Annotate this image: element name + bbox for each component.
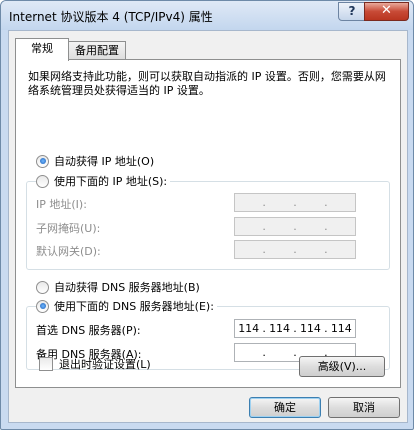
tab-alternate-config[interactable]: 备用配置 [68,41,126,60]
close-button[interactable]: ✕ [364,2,409,21]
validate-on-exit-label: 退出时验证设置(L) [59,358,151,371]
tcpip-properties-dialog: Internet 协议版本 4 (TCP/IPv4) 属性 ? ✕ 常规 备用配… [0,0,414,430]
subnet-mask-label: 子网掩码(U): [36,222,101,235]
advanced-button[interactable]: 高级(V)... [299,356,385,377]
radio-manual-dns-label: 使用下面的 DNS 服务器地址(E): [54,300,214,313]
radio-auto-dns-indicator[interactable] [36,280,49,294]
title-bar[interactable]: Internet 协议版本 4 (TCP/IPv4) 属性 ? ✕ [1,1,413,30]
radio-manual-ip-label: 使用下面的 IP 地址(S): [54,175,168,188]
validate-on-exit-box[interactable] [39,357,53,371]
radio-manual-dns-indicator[interactable] [36,299,49,313]
tab-general[interactable]: 常规 [15,38,69,61]
default-gateway-label: 默认网关(D): [36,245,101,258]
radio-manual-ip[interactable]: 使用下面的 IP 地址(S): [36,173,171,189]
ok-button[interactable]: 确定 [249,397,321,418]
help-button[interactable]: ? [338,2,366,21]
ip-address-input[interactable]: ... [234,193,356,212]
radio-manual-ip-indicator[interactable] [36,174,49,188]
octet: 114 [238,322,260,335]
ip-address-label: IP 地址(I): [36,198,87,211]
default-gateway-input[interactable]: ... [234,240,356,259]
radio-auto-ip-indicator[interactable] [36,154,49,168]
preferred-dns-label: 首选 DNS 服务器(P): [36,324,141,337]
description-text: 如果网络支持此功能，则可以获取自动指派的 IP 设置。否则，您需要从网络系统管理… [28,70,386,97]
radio-auto-ip[interactable]: 自动获得 IP 地址(O) [36,153,154,169]
radio-auto-dns-label: 自动获得 DNS 服务器地址(B) [54,281,200,294]
subnet-mask-input[interactable]: ... [234,217,356,236]
preferred-dns-input[interactable]: 114. 114. 114. 114 [234,319,356,338]
window-title: Internet 协议版本 4 (TCP/IPv4) 属性 [9,10,213,24]
radio-auto-ip-label: 自动获得 IP 地址(O) [54,155,155,168]
octet: 114 [299,322,321,335]
validate-on-exit-checkbox[interactable]: 退出时验证设置(L) [39,356,151,372]
radio-auto-dns[interactable]: 自动获得 DNS 服务器地址(B) [36,279,200,295]
dialog-client-area: 常规 备用配置 如果网络支持此功能，则可以获取自动指派的 IP 设置。否则，您需… [8,30,408,423]
general-tab-panel: 如果网络支持此功能，则可以获取自动指派的 IP 设置。否则，您需要从网络系统管理… [15,59,401,388]
cancel-button[interactable]: 取消 [328,397,400,418]
octet: 114 [269,322,291,335]
radio-manual-dns[interactable]: 使用下面的 DNS 服务器地址(E): [36,298,217,314]
octet: 114 [330,322,352,335]
